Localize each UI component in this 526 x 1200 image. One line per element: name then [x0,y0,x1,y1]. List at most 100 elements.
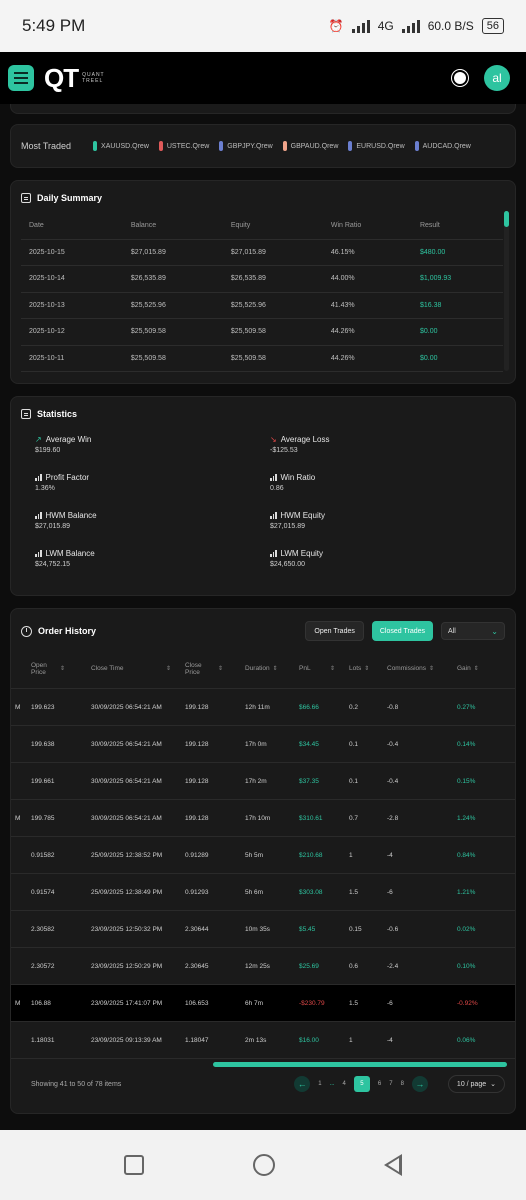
back-icon[interactable] [383,1154,402,1176]
stat-win-ratio: Win Ratio 0.86 [270,473,316,492]
table-row: 2025-10-11 $25,509.58 $25,509.58 44.26% $0.0… [21,345,503,372]
bar-chart-icon [35,474,42,481]
page-link[interactable]: 7 [389,1081,392,1087]
open-trades-button[interactable]: Open Trades [305,621,364,641]
table-header-row: Open Price ⇕ Close Time ⇕ Close Price ⇕ Dur… [11,649,515,689]
column-header[interactable]: PnL ⇕ [299,665,349,672]
stat-average-win: ↗ Average Win $199.60 [35,435,92,454]
column-header[interactable]: Duration ⇕ [245,665,299,672]
most-traded-chip[interactable]: GBPJPY.Qrew [219,141,273,151]
horizontal-scrollbar-thumb[interactable] [213,1062,507,1067]
daily-summary-table: Date Balance Equity Win Ratio Result 202… [21,213,503,372]
column-header[interactable]: Win Ratio [322,213,412,240]
table-row: 0.91574 25/09/2025 12:38:49 PM 0.91293 5h 6… [11,874,515,911]
column-header[interactable]: Balance [122,213,223,240]
trade-filter-select[interactable]: All ⌄ [441,622,505,640]
table-row: M 199.623 30/09/2025 06:54:21 AM 199.128 12h… [11,689,515,726]
vertical-scroll-track[interactable] [504,211,509,371]
column-header[interactable]: Lots ⇕ [349,665,387,672]
most-traded-chip[interactable]: XAUUSD.Qrew [93,141,149,151]
page-link[interactable]: 1 [318,1081,321,1087]
clock-time: 5:49 PM [22,16,86,35]
column-header[interactable]: Close Time ⇕ [91,665,185,672]
pagination-summary: Showing 41 to 50 of 78 items [31,1080,122,1088]
order-history-header: Order History [21,625,96,637]
column-header[interactable]: Equity [222,213,323,240]
trend-down-icon: ↘ [270,435,277,444]
statistics-grid: ↗ Average Win $199.60 ↘ Average Loss -$125… [21,435,505,568]
table-row: 2025-10-12 $25,509.58 $25,509.58 44.26% $0.0… [21,318,503,346]
stat-profit-factor: Profit Factor 1.36% [35,473,90,492]
main-content: Most Traded XAUUSD.Qrew USTEC.Qrew GBPJP… [0,104,526,1114]
pagination-footer: Showing 41 to 50 of 78 items ← 1 ... 4 5… [11,1075,515,1093]
statistics-header: Statistics [21,409,505,419]
most-traded-card: Most Traded XAUUSD.Qrew USTEC.Qrew GBPJP… [10,124,516,168]
chevron-down-icon: ⌄ [490,1081,496,1088]
home-icon[interactable] [252,1154,275,1176]
table-row: 2.30572 23/09/2025 12:50:29 PM 2.30645 12m … [11,948,515,985]
page-link[interactable]: 4 [343,1081,346,1087]
statistics-title: Statistics [37,409,78,419]
table-row: 2025-10-13 $25,525.96 $25,525.96 41.43% $16.… [21,292,503,319]
system-icons: ⏰ 4G 60.0 B/S 56 [329,18,504,34]
page-link[interactable]: 6 [378,1081,381,1087]
table-row: 2.30582 23/09/2025 12:50:32 PM 2.30644 10m … [11,911,515,948]
statistics-card: Statistics ↗ Average Win $199.60 ↘ Average… [10,396,516,596]
column-header[interactable]: Gain ⇕ [457,665,497,672]
app-header: QT QUANT TREEL al [0,52,526,104]
signal-icon-2 [401,19,420,33]
hamburger-menu-icon[interactable] [8,65,34,91]
order-history-card: Order History Open Trades Closed Trades … [10,608,516,1114]
current-page[interactable]: 5 [353,1076,370,1092]
closed-trades-button[interactable]: Closed Trades [371,621,433,641]
theme-toggle-sun-icon[interactable] [454,72,466,84]
bar-chart-icon [270,512,277,519]
next-page-arrow-icon[interactable]: → [411,1076,428,1092]
column-header[interactable]: Open Price ⇕ [31,662,91,676]
calendar-icon [21,193,31,203]
daily-summary-title: Daily Summary [37,193,103,203]
page-size-select[interactable]: 10 / page ⌄ [447,1075,505,1093]
stat-lwm-balance: LWM Balance $24,752.15 [35,549,95,568]
recent-apps-icon[interactable] [124,1155,145,1175]
bar-chart-icon [270,474,277,481]
trend-up-icon: ↗ [35,435,42,444]
table-row: M 199.785 30/09/2025 06:54:21 AM 199.128 17h… [11,800,515,837]
column-header[interactable]: Close Price ⇕ [185,662,245,676]
table-row: 2025-10-15 $27,015.89 $27,015.89 46.15% $480… [21,239,503,266]
app-logo[interactable]: QT QUANT TREEL [44,63,105,94]
daily-summary-header: Daily Summary [21,193,505,203]
order-history-table: Open Price ⇕ Close Time ⇕ Close Price ⇕ Dur… [11,649,515,1059]
page-ellipsis[interactable]: ... [330,1081,335,1087]
daily-summary-card: Daily Summary Date Balance Equity Win Ra… [10,180,516,384]
most-traded-chip[interactable]: EURUSD.Qrew [348,141,405,151]
table-row: 199.661 30/09/2025 06:54:21 AM 199.128 17h … [11,763,515,800]
chevron-down-icon: ⌄ [491,626,498,636]
bar-chart-icon [35,550,42,557]
most-traded-chip[interactable]: USTEC.Qrew [158,141,209,151]
prev-page-arrow-icon[interactable]: ← [294,1076,311,1092]
most-traded-chip[interactable]: GBPAUD.Qrew [282,141,338,151]
battery-icon: 56 [481,18,504,34]
table-row: M 106.88 23/09/2025 17:41:07 PM 106.653 6h 7… [11,985,515,1022]
column-header[interactable]: Commissions ⇕ [387,665,457,672]
pagination: ← 1 ... 4 5 6 7 8 → 10 / page ⌄ [294,1075,505,1093]
page-link[interactable]: 8 [401,1081,404,1087]
stat-lwm-equity: LWM Equity $24,650.00 [270,549,324,568]
previous-card-bottom [10,104,516,114]
most-traded-chip[interactable]: AUDCAD.Qrew [414,141,471,151]
bar-chart-icon [270,550,277,557]
table-row: 199.638 30/09/2025 06:54:21 AM 199.128 17h … [11,726,515,763]
statistics-icon [21,409,31,419]
stat-hwm-balance: HWM Balance $27,015.89 [35,511,97,530]
user-avatar[interactable]: al [484,65,510,91]
network-type: 4G [377,19,394,33]
most-traded-label: Most Traded [21,141,72,151]
column-header[interactable]: Date [21,213,123,240]
table-row: 0.91582 25/09/2025 12:38:52 PM 0.91289 5h 5… [11,837,515,874]
clock-icon [21,625,32,637]
column-header[interactable]: Result [411,213,503,240]
vertical-scrollbar-thumb[interactable] [504,211,509,227]
system-navigation-bar [0,1130,526,1200]
table-row: 2025-10-14 $26,535.89 $26,535.89 44.00% $1,0… [21,265,503,293]
